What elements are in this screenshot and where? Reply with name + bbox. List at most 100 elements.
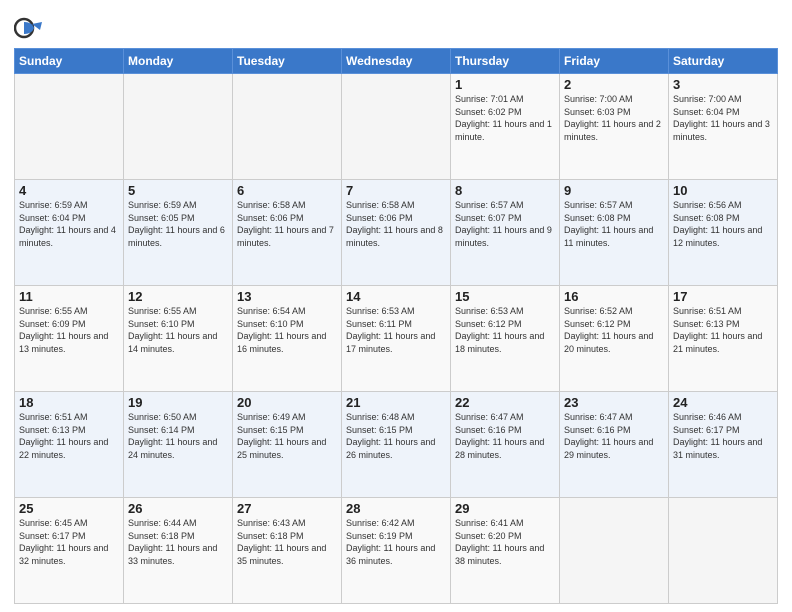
calendar-cell: 7Sunrise: 6:58 AM Sunset: 6:06 PM Daylig… (342, 180, 451, 286)
calendar-cell: 26Sunrise: 6:44 AM Sunset: 6:18 PM Dayli… (124, 498, 233, 604)
day-number: 26 (128, 501, 228, 516)
day-number: 9 (564, 183, 664, 198)
day-info: Sunrise: 6:56 AM Sunset: 6:08 PM Dayligh… (673, 199, 773, 249)
day-info: Sunrise: 6:42 AM Sunset: 6:19 PM Dayligh… (346, 517, 446, 567)
day-info: Sunrise: 6:50 AM Sunset: 6:14 PM Dayligh… (128, 411, 228, 461)
day-info: Sunrise: 6:59 AM Sunset: 6:04 PM Dayligh… (19, 199, 119, 249)
header-day-monday: Monday (124, 49, 233, 74)
day-number: 27 (237, 501, 337, 516)
day-number: 20 (237, 395, 337, 410)
day-info: Sunrise: 7:01 AM Sunset: 6:02 PM Dayligh… (455, 93, 555, 143)
day-info: Sunrise: 6:51 AM Sunset: 6:13 PM Dayligh… (673, 305, 773, 355)
week-row-2: 11Sunrise: 6:55 AM Sunset: 6:09 PM Dayli… (15, 286, 778, 392)
calendar-cell: 2Sunrise: 7:00 AM Sunset: 6:03 PM Daylig… (560, 74, 669, 180)
day-info: Sunrise: 6:44 AM Sunset: 6:18 PM Dayligh… (128, 517, 228, 567)
day-info: Sunrise: 6:55 AM Sunset: 6:09 PM Dayligh… (19, 305, 119, 355)
page: SundayMondayTuesdayWednesdayThursdayFrid… (0, 0, 792, 612)
day-number: 15 (455, 289, 555, 304)
day-number: 24 (673, 395, 773, 410)
calendar-header: SundayMondayTuesdayWednesdayThursdayFrid… (15, 49, 778, 74)
day-number: 4 (19, 183, 119, 198)
calendar-cell: 13Sunrise: 6:54 AM Sunset: 6:10 PM Dayli… (233, 286, 342, 392)
day-info: Sunrise: 6:45 AM Sunset: 6:17 PM Dayligh… (19, 517, 119, 567)
calendar-cell: 4Sunrise: 6:59 AM Sunset: 6:04 PM Daylig… (15, 180, 124, 286)
day-info: Sunrise: 6:49 AM Sunset: 6:15 PM Dayligh… (237, 411, 337, 461)
day-number: 22 (455, 395, 555, 410)
header-day-wednesday: Wednesday (342, 49, 451, 74)
day-number: 10 (673, 183, 773, 198)
calendar-cell: 23Sunrise: 6:47 AM Sunset: 6:16 PM Dayli… (560, 392, 669, 498)
day-info: Sunrise: 6:48 AM Sunset: 6:15 PM Dayligh… (346, 411, 446, 461)
header-day-saturday: Saturday (669, 49, 778, 74)
day-info: Sunrise: 6:51 AM Sunset: 6:13 PM Dayligh… (19, 411, 119, 461)
day-info: Sunrise: 6:43 AM Sunset: 6:18 PM Dayligh… (237, 517, 337, 567)
week-row-3: 18Sunrise: 6:51 AM Sunset: 6:13 PM Dayli… (15, 392, 778, 498)
day-number: 8 (455, 183, 555, 198)
calendar-cell (124, 74, 233, 180)
calendar-cell: 18Sunrise: 6:51 AM Sunset: 6:13 PM Dayli… (15, 392, 124, 498)
day-info: Sunrise: 6:46 AM Sunset: 6:17 PM Dayligh… (673, 411, 773, 461)
day-info: Sunrise: 6:59 AM Sunset: 6:05 PM Dayligh… (128, 199, 228, 249)
calendar-cell: 9Sunrise: 6:57 AM Sunset: 6:08 PM Daylig… (560, 180, 669, 286)
day-number: 13 (237, 289, 337, 304)
calendar-cell: 12Sunrise: 6:55 AM Sunset: 6:10 PM Dayli… (124, 286, 233, 392)
day-info: Sunrise: 6:54 AM Sunset: 6:10 PM Dayligh… (237, 305, 337, 355)
day-info: Sunrise: 6:53 AM Sunset: 6:12 PM Dayligh… (455, 305, 555, 355)
day-info: Sunrise: 6:55 AM Sunset: 6:10 PM Dayligh… (128, 305, 228, 355)
day-number: 19 (128, 395, 228, 410)
week-row-1: 4Sunrise: 6:59 AM Sunset: 6:04 PM Daylig… (15, 180, 778, 286)
day-number: 7 (346, 183, 446, 198)
day-info: Sunrise: 6:47 AM Sunset: 6:16 PM Dayligh… (455, 411, 555, 461)
calendar-cell: 15Sunrise: 6:53 AM Sunset: 6:12 PM Dayli… (451, 286, 560, 392)
calendar-body: 1Sunrise: 7:01 AM Sunset: 6:02 PM Daylig… (15, 74, 778, 604)
calendar-cell: 11Sunrise: 6:55 AM Sunset: 6:09 PM Dayli… (15, 286, 124, 392)
header-day-tuesday: Tuesday (233, 49, 342, 74)
calendar-cell: 5Sunrise: 6:59 AM Sunset: 6:05 PM Daylig… (124, 180, 233, 286)
calendar-cell: 10Sunrise: 6:56 AM Sunset: 6:08 PM Dayli… (669, 180, 778, 286)
day-number: 11 (19, 289, 119, 304)
calendar-cell: 17Sunrise: 6:51 AM Sunset: 6:13 PM Dayli… (669, 286, 778, 392)
calendar-cell: 14Sunrise: 6:53 AM Sunset: 6:11 PM Dayli… (342, 286, 451, 392)
calendar-cell: 21Sunrise: 6:48 AM Sunset: 6:15 PM Dayli… (342, 392, 451, 498)
calendar-cell: 22Sunrise: 6:47 AM Sunset: 6:16 PM Dayli… (451, 392, 560, 498)
calendar: SundayMondayTuesdayWednesdayThursdayFrid… (14, 48, 778, 604)
day-number: 16 (564, 289, 664, 304)
calendar-cell: 19Sunrise: 6:50 AM Sunset: 6:14 PM Dayli… (124, 392, 233, 498)
day-number: 29 (455, 501, 555, 516)
week-row-0: 1Sunrise: 7:01 AM Sunset: 6:02 PM Daylig… (15, 74, 778, 180)
logo (14, 14, 46, 42)
calendar-cell (669, 498, 778, 604)
day-number: 5 (128, 183, 228, 198)
day-number: 2 (564, 77, 664, 92)
day-number: 14 (346, 289, 446, 304)
calendar-cell (560, 498, 669, 604)
header-day-thursday: Thursday (451, 49, 560, 74)
day-info: Sunrise: 6:47 AM Sunset: 6:16 PM Dayligh… (564, 411, 664, 461)
day-number: 28 (346, 501, 446, 516)
day-number: 21 (346, 395, 446, 410)
calendar-cell: 28Sunrise: 6:42 AM Sunset: 6:19 PM Dayli… (342, 498, 451, 604)
day-info: Sunrise: 7:00 AM Sunset: 6:03 PM Dayligh… (564, 93, 664, 143)
logo-icon (14, 14, 42, 42)
calendar-cell (233, 74, 342, 180)
day-info: Sunrise: 6:57 AM Sunset: 6:08 PM Dayligh… (564, 199, 664, 249)
calendar-cell: 20Sunrise: 6:49 AM Sunset: 6:15 PM Dayli… (233, 392, 342, 498)
day-info: Sunrise: 6:57 AM Sunset: 6:07 PM Dayligh… (455, 199, 555, 249)
calendar-cell (342, 74, 451, 180)
day-number: 25 (19, 501, 119, 516)
day-info: Sunrise: 6:58 AM Sunset: 6:06 PM Dayligh… (346, 199, 446, 249)
day-number: 17 (673, 289, 773, 304)
calendar-cell: 24Sunrise: 6:46 AM Sunset: 6:17 PM Dayli… (669, 392, 778, 498)
calendar-cell: 29Sunrise: 6:41 AM Sunset: 6:20 PM Dayli… (451, 498, 560, 604)
calendar-cell (15, 74, 124, 180)
day-number: 6 (237, 183, 337, 198)
day-number: 12 (128, 289, 228, 304)
calendar-cell: 3Sunrise: 7:00 AM Sunset: 6:04 PM Daylig… (669, 74, 778, 180)
calendar-cell: 8Sunrise: 6:57 AM Sunset: 6:07 PM Daylig… (451, 180, 560, 286)
calendar-cell: 25Sunrise: 6:45 AM Sunset: 6:17 PM Dayli… (15, 498, 124, 604)
day-number: 3 (673, 77, 773, 92)
calendar-cell: 1Sunrise: 7:01 AM Sunset: 6:02 PM Daylig… (451, 74, 560, 180)
header-day-friday: Friday (560, 49, 669, 74)
header-row: SundayMondayTuesdayWednesdayThursdayFrid… (15, 49, 778, 74)
calendar-cell: 27Sunrise: 6:43 AM Sunset: 6:18 PM Dayli… (233, 498, 342, 604)
